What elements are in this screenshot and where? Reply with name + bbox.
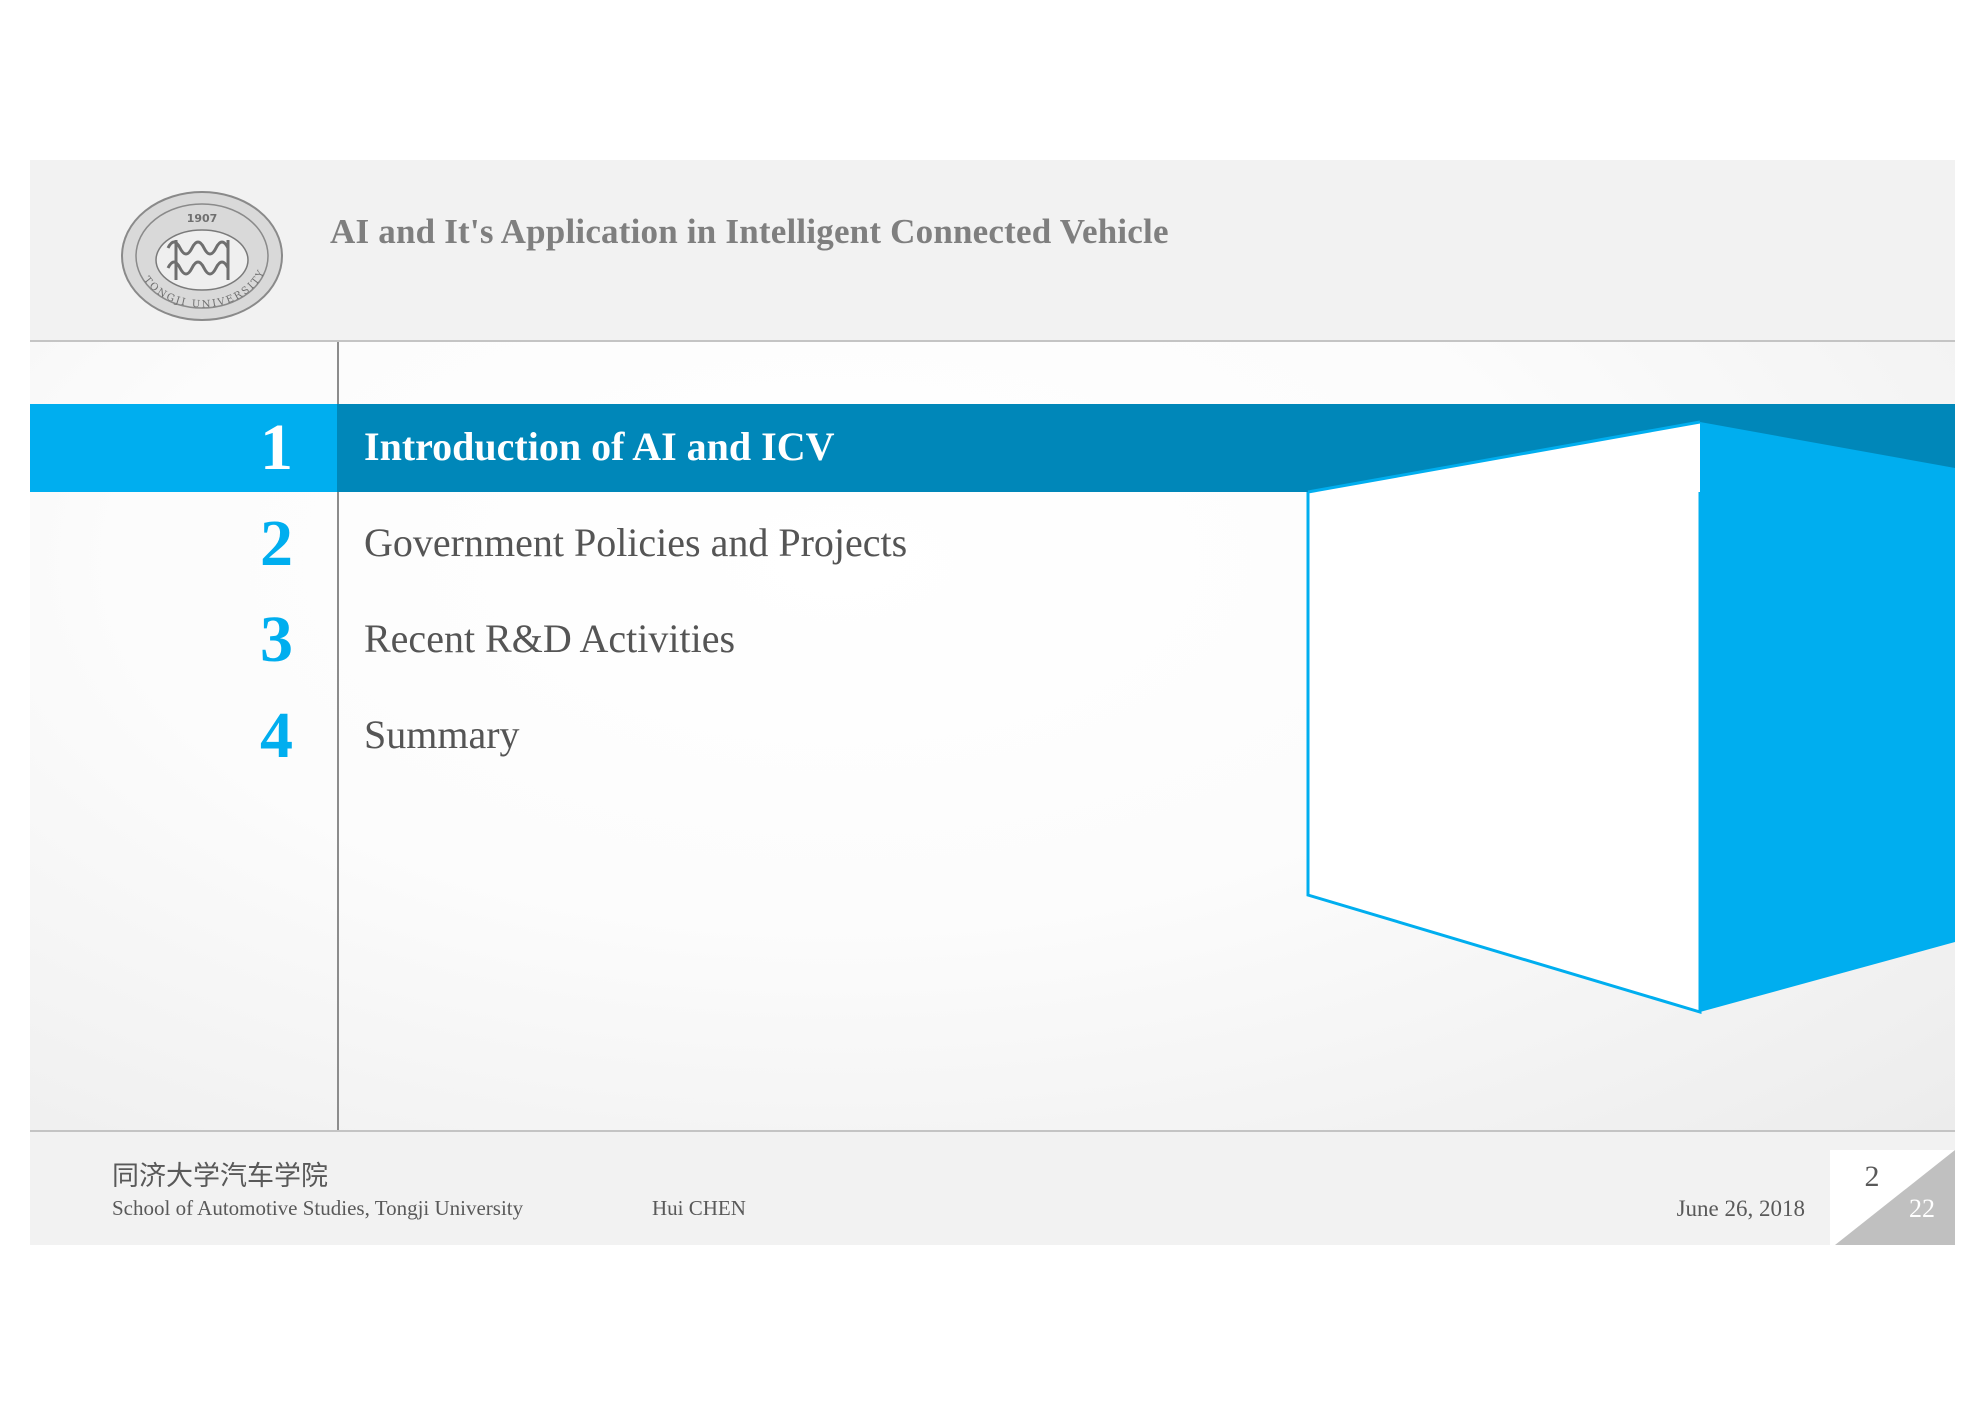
slide-header: 1907 TONGJI UNIVERSITY AI and It's Appli…	[30, 160, 1955, 342]
agenda-label: Introduction of AI and ICV	[364, 424, 835, 469]
school-name-english: School of Automotive Studies, Tongji Uni…	[112, 1196, 524, 1220]
total-pages: 22	[1909, 1194, 1935, 1223]
agenda-item-2[interactable]: 2 Government Policies and Projects	[30, 500, 1955, 588]
page-indicator: 2 22	[1830, 1150, 1955, 1245]
presentation-title: AI and It's Application in Intelligent C…	[330, 212, 1169, 251]
agenda-number: 4	[260, 699, 293, 772]
agenda-label: Recent R&D Activities	[364, 616, 736, 661]
slide-footer: 同济大学汽车学院 School of Automotive Studies, T…	[30, 1130, 1955, 1245]
logo-year: 1907	[187, 212, 218, 225]
page-corner-triangle	[1835, 1150, 1955, 1245]
school-name-chinese: 同济大学汽车学院	[112, 1161, 328, 1192]
agenda-label: Summary	[364, 712, 520, 757]
agenda-number: 1	[260, 411, 293, 484]
agenda-number: 2	[260, 507, 293, 580]
agenda-number: 3	[260, 603, 293, 676]
tongji-university-seal-logo: 1907 TONGJI UNIVERSITY	[121, 191, 283, 321]
agenda-label: Government Policies and Projects	[364, 520, 908, 565]
slide: 1907 TONGJI UNIVERSITY AI and It's Appli…	[30, 160, 1955, 1245]
presentation-date: June 26, 2018	[1676, 1196, 1805, 1221]
agenda-item-3[interactable]: 3 Recent R&D Activities	[30, 596, 1955, 684]
author-name: Hui CHEN	[652, 1196, 746, 1220]
current-page-number: 2	[1864, 1160, 1880, 1193]
agenda-item-1[interactable]: 1 Introduction of AI and ICV	[30, 404, 1955, 492]
agenda-content: 1 Introduction of AI and ICV 2 Governmen…	[30, 342, 1955, 1130]
agenda-item-4[interactable]: 4 Summary	[30, 692, 1955, 780]
